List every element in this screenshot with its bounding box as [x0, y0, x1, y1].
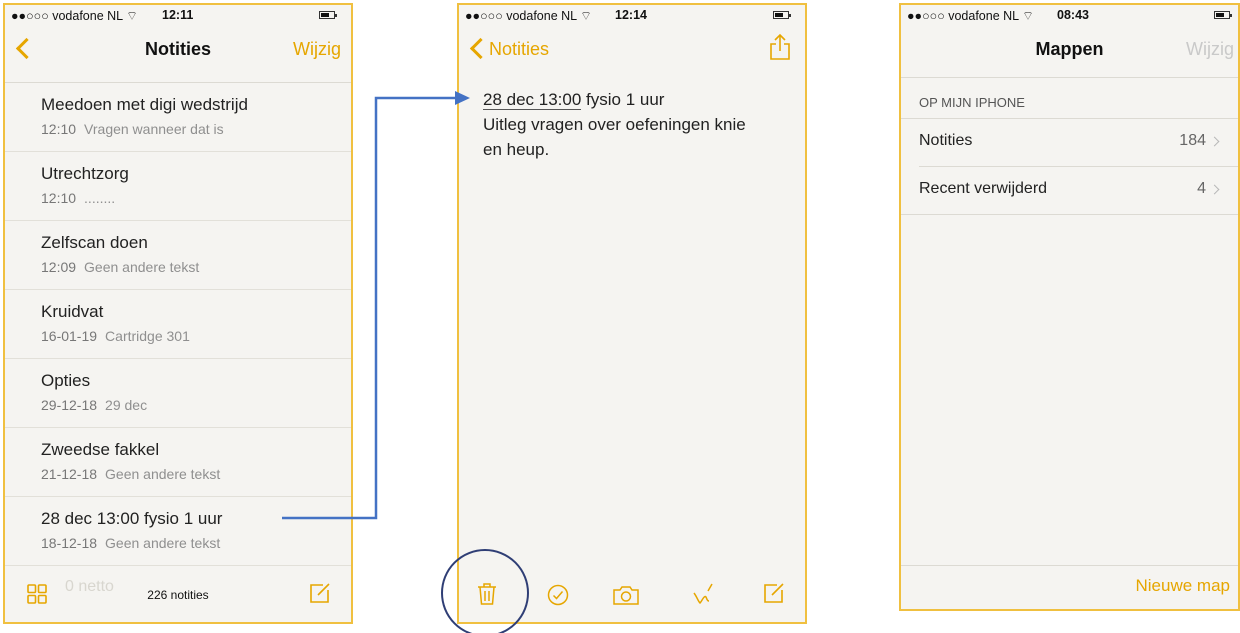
- highlight-circle: [441, 549, 529, 633]
- annotation-overlay: [282, 91, 529, 633]
- arrow-head: [455, 91, 470, 105]
- arrow-connector: [282, 96, 456, 520]
